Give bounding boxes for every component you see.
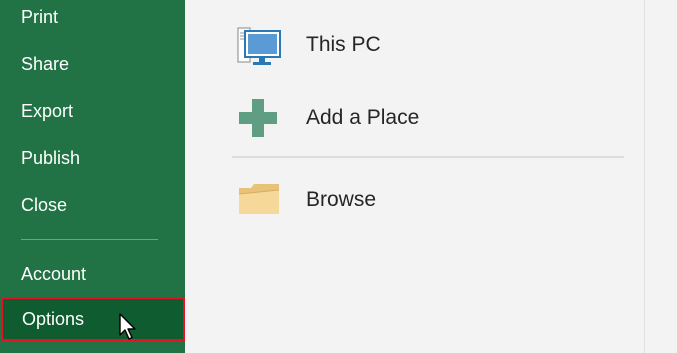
places-panel: This PC Add a Place Browse bbox=[185, 0, 644, 353]
place-label: Add a Place bbox=[306, 106, 420, 129]
backstage-window: Print Share Export Publish Close Account… bbox=[0, 0, 677, 353]
sidebar-item-options[interactable]: Options bbox=[1, 297, 185, 341]
plus-icon bbox=[237, 94, 285, 142]
mouse-cursor-icon bbox=[119, 313, 136, 340]
sidebar-divider bbox=[21, 239, 158, 240]
sidebar-item-print[interactable]: Print bbox=[0, 0, 185, 39]
place-add-a-place[interactable]: Add a Place bbox=[237, 93, 617, 143]
folder-icon bbox=[237, 176, 285, 224]
place-label: Browse bbox=[306, 188, 377, 211]
place-label: This PC bbox=[306, 33, 381, 56]
sidebar-item-close[interactable]: Close bbox=[0, 183, 185, 227]
sidebar-item-account[interactable]: Account bbox=[0, 252, 185, 296]
sidebar-item-publish[interactable]: Publish bbox=[0, 136, 185, 180]
place-browse[interactable]: Browse bbox=[237, 175, 617, 225]
place-this-pc[interactable]: This PC bbox=[237, 20, 617, 70]
places-divider bbox=[232, 156, 624, 158]
sidebar-item-share[interactable]: Share bbox=[0, 42, 185, 86]
backstage-sidebar: Print Share Export Publish Close Account… bbox=[0, 0, 185, 353]
sidebar-item-export[interactable]: Export bbox=[0, 89, 185, 133]
right-pane-edge bbox=[644, 0, 677, 353]
computer-icon bbox=[237, 21, 285, 69]
